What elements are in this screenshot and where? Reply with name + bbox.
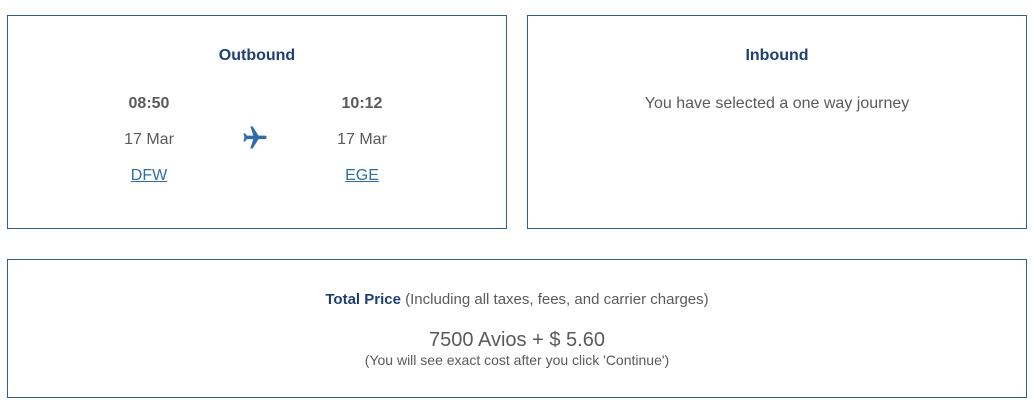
price-note: (You will see exact cost after you click…: [364, 352, 670, 368]
arrival-time: 10:12: [341, 95, 383, 112]
price-amount: 7500 Avios + $ 5.60: [429, 329, 605, 351]
departure-date: 17 Mar: [124, 131, 174, 148]
one-way-message: You have selected a one way journey: [644, 95, 910, 112]
departure-time: 08:50: [128, 95, 170, 112]
outbound-title: Outbound: [218, 47, 296, 64]
total-price-label: Total Price: [325, 291, 401, 308]
total-price-card: Total Price (Including all taxes, fees, …: [7, 259, 1027, 398]
arrival-date: 17 Mar: [337, 131, 387, 148]
inbound-title: Inbound: [745, 47, 809, 64]
outbound-card: Outbound 08:50 17 Mar DFW 10:12 17 Mar E…: [7, 15, 507, 229]
price-heading: Total Price (Including all taxes, fees, …: [8, 291, 1026, 308]
price-qualifier: (Including all taxes, fees, and carrier …: [405, 291, 709, 308]
departure-airport-link[interactable]: DFW: [79, 167, 219, 185]
airplane-icon: [241, 124, 269, 152]
inbound-card: Inbound You have selected a one way jour…: [527, 15, 1027, 229]
arrival-airport-link[interactable]: EGE: [292, 167, 432, 185]
